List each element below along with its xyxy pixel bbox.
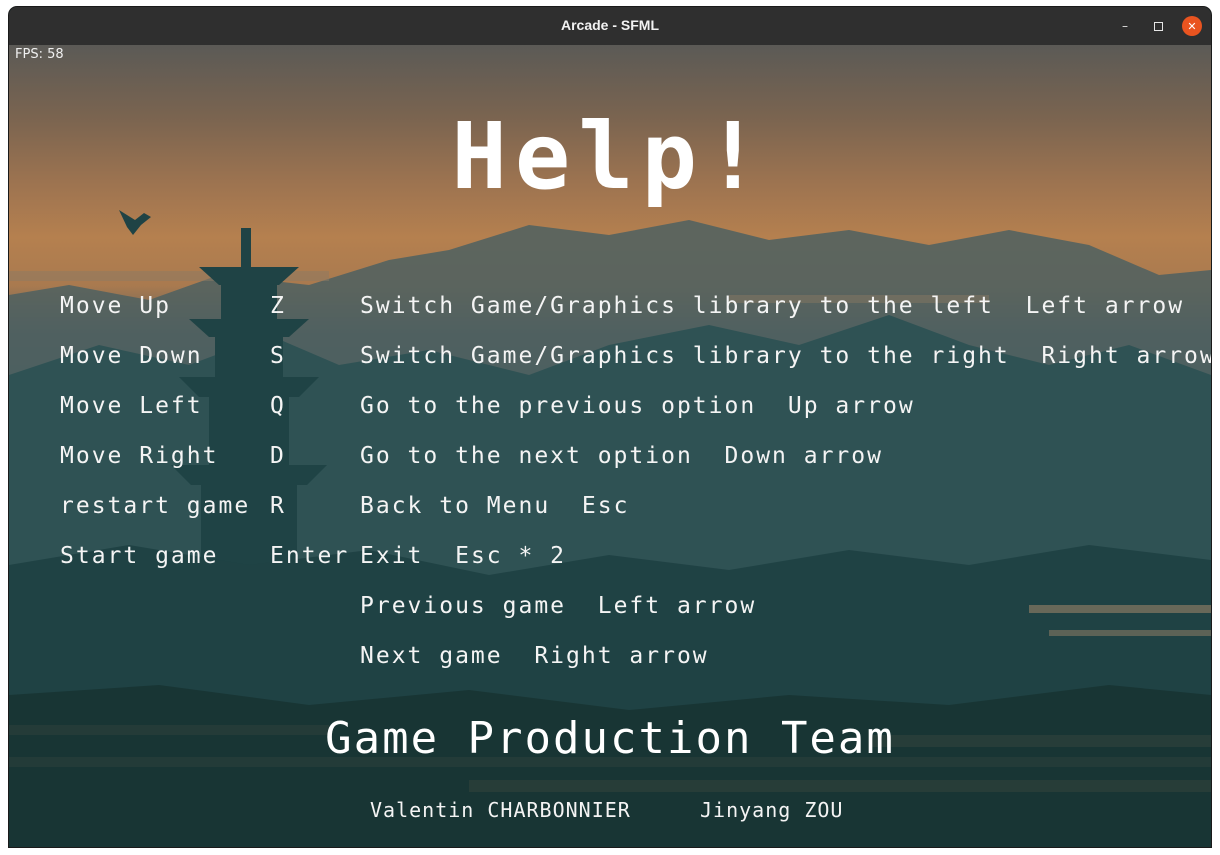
maximize-icon (1153, 21, 1163, 31)
global-control-row: Previous game Left arrow (360, 593, 756, 619)
global-control-row: Switch Game/Graphics library to the left… (360, 293, 1184, 319)
control-key: D (270, 443, 286, 469)
team-member: Valentin CHARBONNIER (370, 798, 631, 822)
minimize-icon: – (1122, 19, 1128, 33)
control-action: Start game (60, 543, 219, 569)
global-control-row: Exit Esc * 2 (360, 543, 566, 569)
control-action: Move Left (60, 393, 203, 419)
global-control-row: Back to Menu Esc (360, 493, 629, 519)
control-key: Esc (581, 493, 630, 519)
control-key: Left arrow (1025, 293, 1185, 319)
close-button[interactable]: ✕ (1182, 16, 1202, 36)
maximize-button[interactable] (1148, 16, 1168, 36)
control-action: Move Up (60, 293, 171, 319)
global-control-row: Next game Right arrow (360, 643, 709, 669)
control-action: Switch Game/Graphics library to the left (360, 293, 994, 319)
title-bar[interactable]: Arcade - SFML – ✕ (9, 7, 1211, 45)
control-action: Go to the previous option (360, 393, 757, 419)
control-key: S (270, 343, 286, 369)
game-canvas: FPS: 58 Help! Game Production Team Valen… (9, 45, 1211, 847)
team-title: Game Production Team (325, 713, 895, 764)
minimize-button[interactable]: – (1115, 16, 1135, 36)
window-title: Arcade - SFML (560, 17, 659, 33)
control-action: Move Down (60, 343, 203, 369)
control-action: Next game (360, 643, 503, 669)
control-key: Enter (270, 543, 350, 569)
foreground-trees (9, 685, 1211, 847)
control-action: Switch Game/Graphics library to the righ… (360, 343, 1010, 369)
global-control-row: Go to the previous option Up arrow (360, 393, 915, 419)
global-control-row: Go to the next option Down arrow (360, 443, 883, 469)
fps-counter: FPS: 58 (15, 47, 64, 62)
team-member: Jinyang ZOU (700, 798, 844, 822)
control-key: Right arrow (534, 643, 709, 669)
global-control-row: Switch Game/Graphics library to the righ… (360, 343, 1211, 369)
control-key: Up arrow (787, 393, 915, 419)
control-action: restart game (60, 493, 251, 519)
control-key: Z (270, 293, 286, 319)
control-action: Back to Menu (360, 493, 551, 519)
control-action: Go to the next option (360, 443, 693, 469)
bird (119, 210, 151, 235)
close-icon: ✕ (1187, 19, 1197, 33)
control-key: Right arrow (1041, 343, 1211, 369)
control-key: Esc * 2 (455, 543, 567, 569)
control-action: Exit (360, 543, 424, 569)
control-action: Previous game (360, 593, 567, 619)
control-key: Left arrow (597, 593, 757, 619)
app-window: Arcade - SFML – ✕ FPS: 58 Help! Game Pro… (9, 7, 1211, 847)
control-key: Q (270, 393, 286, 419)
control-key: Down arrow (724, 443, 883, 469)
control-key: R (270, 493, 286, 519)
control-action: Move Right (60, 443, 219, 469)
help-title: Help! (451, 103, 769, 210)
